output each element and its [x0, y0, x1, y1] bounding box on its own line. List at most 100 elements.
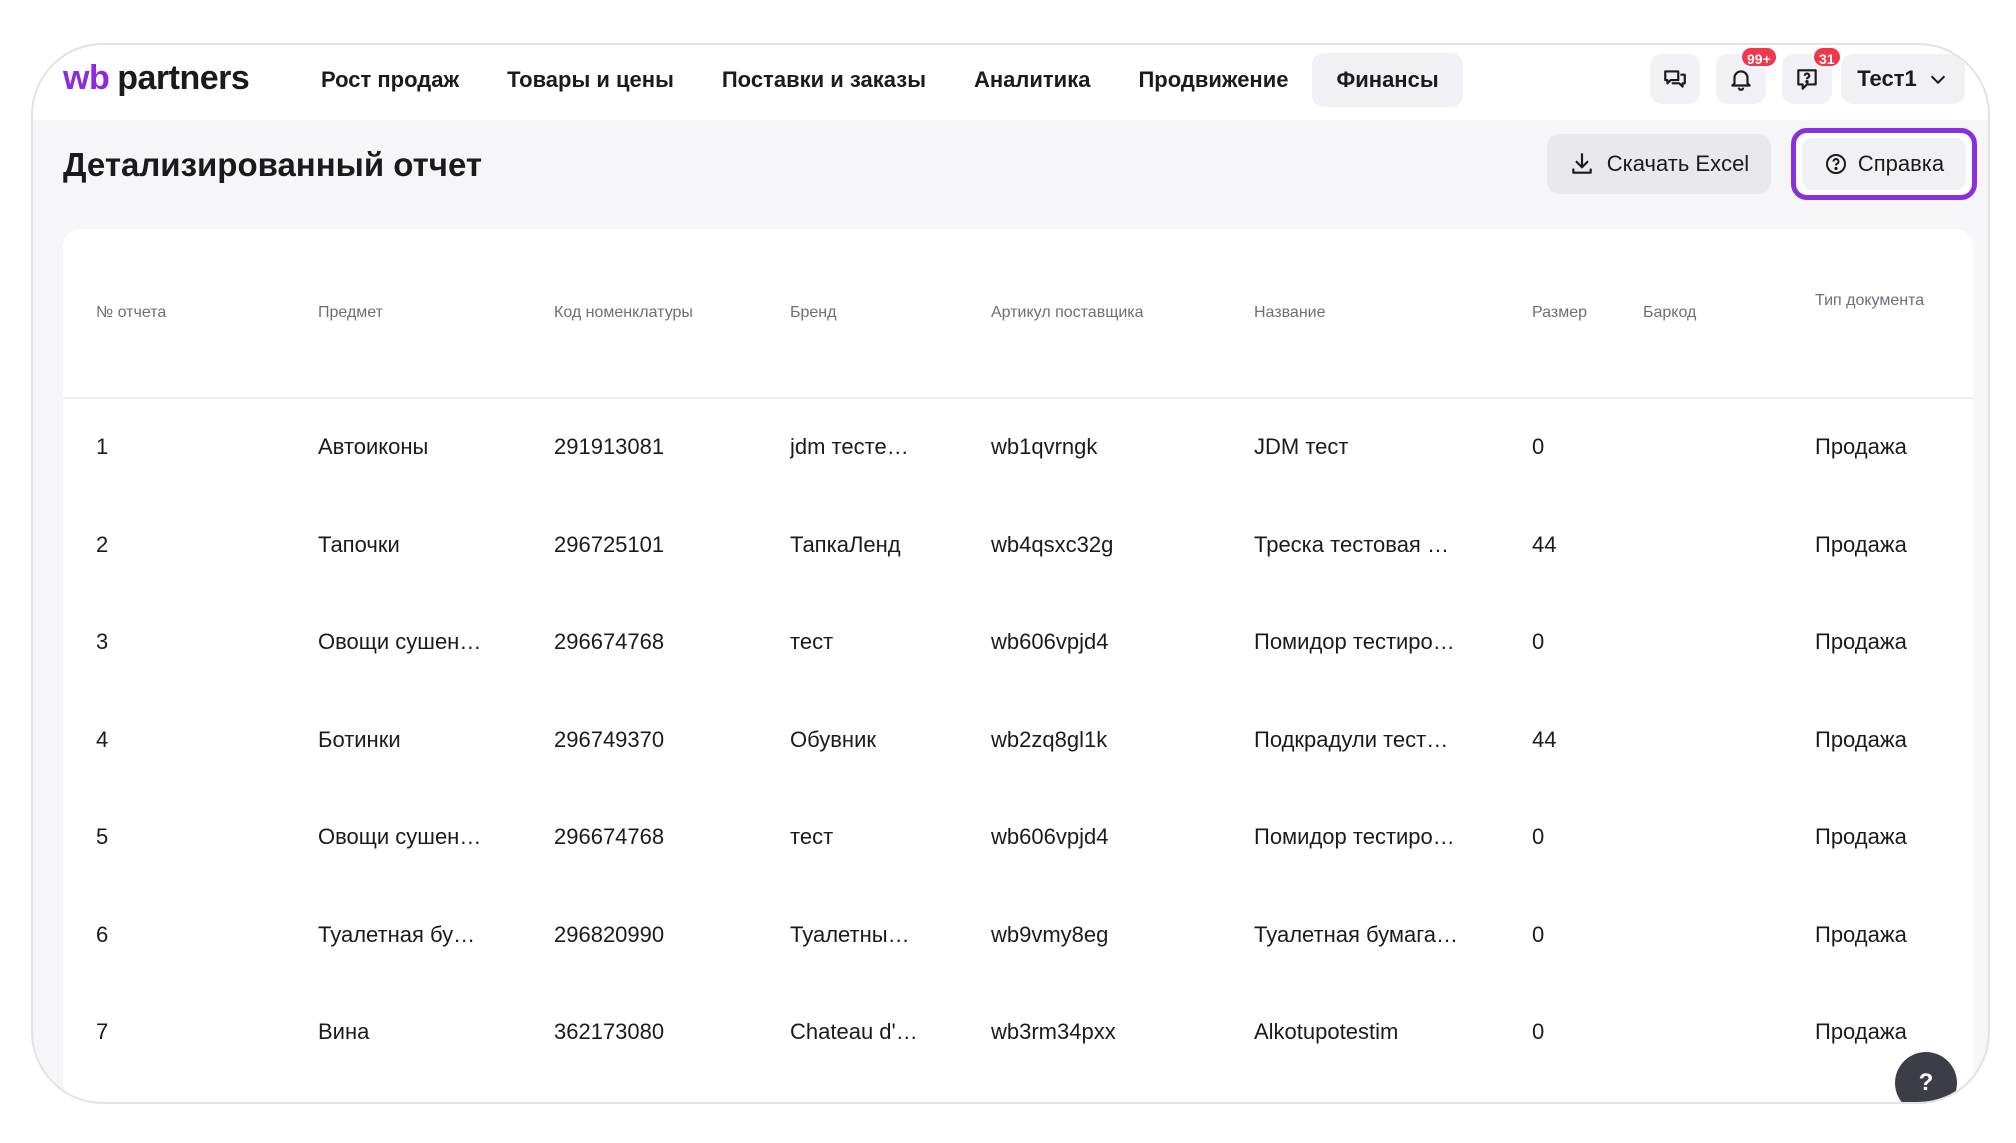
table-cell: Помидор тестиро… — [1254, 629, 1455, 654]
column-header-3[interactable]: Бренд — [790, 301, 970, 324]
wb-partners-logo[interactable]: wb partners — [63, 59, 250, 105]
help-button[interactable]: Справка — [1802, 138, 1966, 190]
table-cell: 2 — [96, 531, 109, 557]
table-cell: 296820990 — [554, 921, 665, 947]
table-cell: Овощи сушен… — [318, 629, 482, 654]
support-button[interactable]: 31 — [1782, 46, 1842, 104]
table-cell: 0 — [1532, 434, 1545, 459]
table-cell: Chateau d'… — [790, 1019, 918, 1044]
support-badge: 31 — [1812, 46, 1842, 68]
table-cell: wb2zq8gl1k — [991, 726, 1108, 752]
top-bar: wb partners Рост продаж Товары и цены Пост… — [33, 45, 1988, 120]
table-cell: 0 — [1532, 921, 1545, 947]
column-header-0[interactable]: № отчета — [96, 301, 296, 324]
table-cell: Туалетны… — [790, 921, 910, 947]
table-cell: Продажа — [1815, 531, 1907, 557]
nav-item-5[interactable]: Финансы — [1312, 53, 1463, 107]
bell-icon — [1731, 70, 1751, 91]
table-cell: тест — [790, 824, 834, 849]
column-header-6[interactable]: Размер — [1532, 301, 1622, 324]
table-cell: 296674768 — [554, 824, 665, 849]
table-cell: Туалетная бумага… — [1254, 921, 1459, 947]
table-cell: 0 — [1532, 824, 1545, 849]
table-cell: 291913081 — [554, 434, 665, 459]
table-cell: Ботинки — [318, 726, 401, 752]
table-cell: 3 — [96, 629, 109, 654]
table-row[interactable]: 4 Ботинки 296749370 Обувник wb2zq8gl1k Подкра… — [63, 692, 1973, 788]
table-row[interactable]: 2 Тапочки 296725101 ТапкаЛенд wb4qsxc32g Трес… — [63, 497, 1973, 593]
table-cell: Продажа — [1815, 629, 1907, 654]
table-cell: 4 — [96, 726, 109, 752]
table-cell: 296674768 — [554, 629, 665, 654]
nav-item-4[interactable]: Продвижение — [1114, 53, 1312, 107]
table-cell: ТапкаЛенд — [790, 531, 901, 557]
nav-item-2[interactable]: Поставки и заказы — [698, 53, 950, 107]
table-cell: 0 — [1532, 1019, 1545, 1044]
column-header-7[interactable]: Баркод — [1643, 301, 1793, 324]
app-window: wb partners Рост продаж Товары и цены Пост… — [31, 43, 1990, 1104]
help-button-highlight[interactable]: Справка — [1791, 128, 1977, 200]
table-cell: Овощи сушен… — [318, 824, 482, 849]
logo-partners: partners — [117, 59, 250, 97]
table-cell: Alkotupotestim — [1254, 1019, 1399, 1044]
table-cell: Продажа — [1815, 824, 1907, 849]
table-row[interactable]: 6 Туалетная бу… 296820990 Туалетны… wb9vmy8e… — [63, 887, 1973, 983]
table-row[interactable]: 5 Овощи сушен… 296674768 тест wb606vpjd4 Поми… — [63, 789, 1973, 885]
column-header-4[interactable]: Артикул поставщика — [991, 301, 1231, 324]
user-menu-button[interactable]: Тест1 — [1841, 54, 1965, 104]
table-cell: Продажа — [1815, 921, 1907, 947]
table-cell: Туалетная бу… — [318, 921, 476, 947]
table-cell: Автоиконы — [318, 434, 429, 459]
column-header-1[interactable]: Предмет — [318, 301, 533, 324]
table-header: № отчета Предмет Код номенклатуры Бренд Арти… — [63, 229, 1973, 399]
table-cell: Продажа — [1815, 726, 1907, 752]
column-header-8[interactable]: Тип документа — [1815, 289, 1925, 312]
table-cell: Вина — [318, 1019, 370, 1044]
nav-item-3[interactable]: Аналитика — [950, 53, 1114, 107]
table-row[interactable]: 7 Вина 362173080 Chateau d'… wb3rm34pxx Alkot… — [63, 984, 1973, 1080]
table-cell: 44 — [1532, 531, 1557, 557]
table-cell: wb3rm34pxx — [991, 1019, 1116, 1044]
table-cell: Подкрадули тест… — [1254, 726, 1449, 752]
table-cell: 44 — [1532, 726, 1557, 752]
table-cell: Помидор тестиро… — [1254, 824, 1455, 849]
column-header-5[interactable]: Название — [1254, 301, 1504, 324]
table-cell: Треска тестовая … — [1254, 531, 1449, 557]
page-title: Детализированный отчет — [63, 146, 483, 183]
table-cell: 5 — [96, 824, 109, 849]
nav-item-1[interactable]: Товары и цены — [483, 53, 698, 107]
chat-button[interactable] — [1650, 54, 1700, 104]
table-row[interactable]: 1 Автоиконы 291913081 jdm тесте… wb1qvrngk JD… — [63, 399, 1973, 495]
notifications-button[interactable]: 99+ — [1716, 46, 1778, 104]
table-cell: Продажа — [1815, 434, 1907, 459]
chat-icon — [1664, 70, 1686, 88]
logo-wb: wb — [63, 59, 110, 97]
table-cell: 7 — [96, 1019, 109, 1044]
table-row[interactable]: 3 Овощи сушен… 296674768 тест wb606vpjd4 Поми… — [63, 594, 1973, 690]
table-cell: 362173080 — [554, 1019, 665, 1044]
table-cell: тест — [790, 629, 834, 654]
column-header-2[interactable]: Код номенклатуры — [554, 301, 774, 324]
report-table: № отчета Предмет Код номенклатуры Бренд Арти… — [63, 229, 1973, 1102]
nav-item-0[interactable]: Рост продаж — [297, 53, 483, 107]
main-nav: Рост продаж Товары и цены Поставки и заказ… — [297, 53, 1463, 107]
table-cell: Обувник — [790, 726, 876, 752]
table-cell: 296725101 — [554, 531, 665, 557]
download-excel-button[interactable]: Скачать Excel — [1547, 134, 1771, 194]
help-circle-icon — [1825, 154, 1846, 174]
table-cell: jdm тесте… — [790, 434, 909, 459]
chevron-down-icon — [1930, 75, 1945, 85]
download-excel-label: Скачать Excel — [1606, 151, 1750, 176]
table-cell: 296749370 — [554, 726, 665, 752]
user-name: Тест1 — [1857, 66, 1917, 91]
table-cell: wb4qsxc32g — [991, 531, 1114, 557]
table-cell: 6 — [96, 921, 109, 947]
table-cell: 1 — [96, 434, 109, 459]
table-cell: wb9vmy8eg — [991, 921, 1109, 947]
question-bubble-icon — [1797, 69, 1817, 90]
table-cell: 0 — [1532, 629, 1545, 654]
table-cell: Тапочки — [318, 531, 400, 557]
table-cell: wb606vpjd4 — [991, 629, 1109, 654]
table-cell: wb606vpjd4 — [991, 824, 1109, 849]
table-cell: JDM тест — [1254, 434, 1349, 459]
